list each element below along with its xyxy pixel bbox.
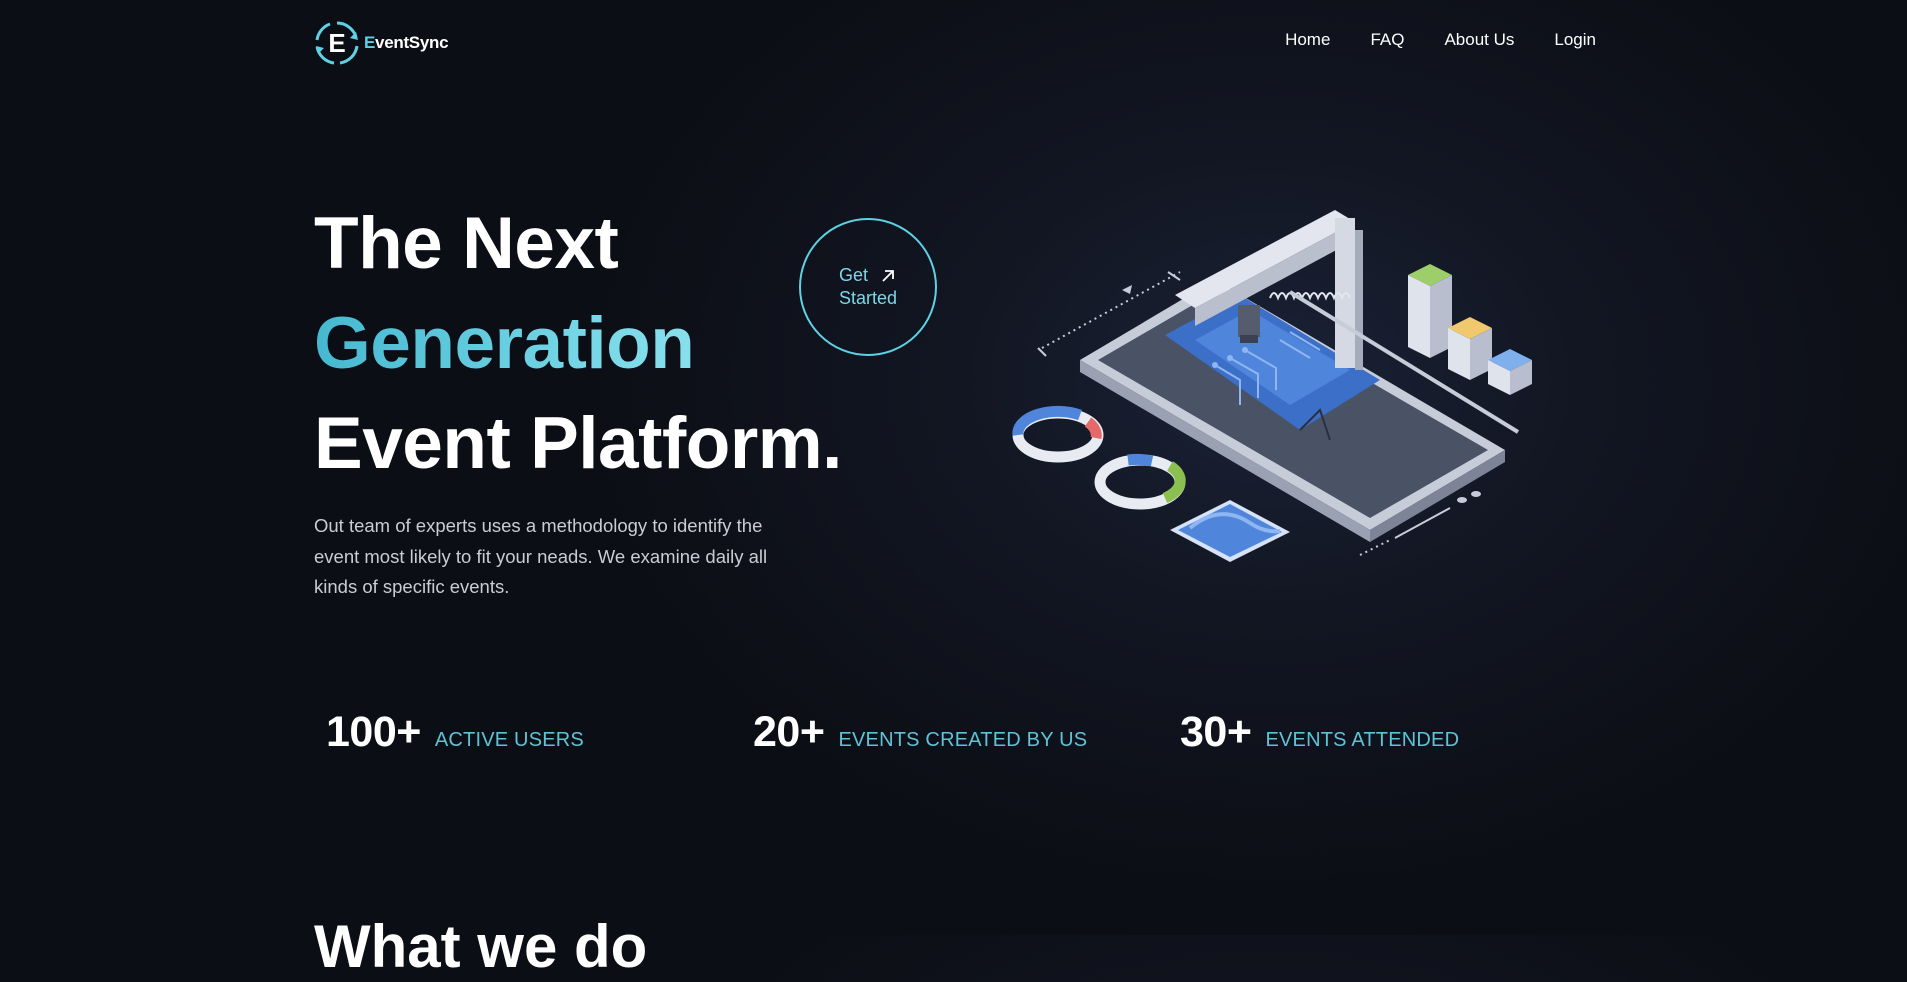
hero-title-line-3: Event Platform. — [314, 403, 842, 484]
brand-name: EventSync — [364, 33, 449, 53]
brand-name-initial: E — [364, 33, 376, 52]
get-started-label: Get Started — [839, 264, 897, 310]
stat-label: EVENTS ATTENDED — [1265, 729, 1460, 751]
get-started-line-2: Started — [838, 288, 898, 308]
arrow-up-right-icon — [882, 269, 894, 282]
hero-title-line-2: Generation — [314, 294, 842, 394]
section-heading: What we do — [314, 913, 648, 980]
donut-charts-illustration — [1012, 405, 1186, 510]
stat-value: 20+ — [753, 708, 825, 756]
stat-label: ACTIVE USERS — [434, 729, 584, 751]
main-nav: Home FAQ About Us Login — [1285, 30, 1596, 50]
stat-events-created: 20+ EVENTS CREATED BY US — [753, 708, 1087, 757]
stat-value: 30+ — [1180, 708, 1252, 756]
nav-login-link[interactable]: Login — [1554, 30, 1596, 50]
get-started-line-1: Get — [838, 265, 868, 285]
page: E EventSync Home FAQ About Us Login The … — [0, 0, 1907, 980]
brand-logo[interactable]: E EventSync — [314, 20, 449, 66]
hero-title-line-1: The Next — [314, 203, 619, 284]
stat-label: EVENTS CREATED BY US — [838, 729, 1088, 751]
nav-faq-link[interactable]: FAQ — [1370, 30, 1404, 50]
hero-description: Out team of experts uses a methodology t… — [314, 515, 768, 597]
hero-title: The Next Generation Event Platform. — [314, 194, 842, 494]
stat-value: 100+ — [326, 708, 421, 756]
stat-events-attended: 30+ EVENTS ATTENDED — [1180, 708, 1459, 757]
brand-name-rest: ventSync — [375, 33, 449, 52]
nav-home-link[interactable]: Home — [1285, 30, 1330, 50]
isometric-phone-chip-illustration — [1012, 210, 1532, 562]
stat-active-users: 100+ ACTIVE USERS — [326, 708, 584, 757]
map-card-illustration — [1170, 500, 1290, 562]
get-started-button[interactable]: Get Started — [799, 218, 937, 356]
nav-about-link[interactable]: About Us — [1444, 30, 1514, 50]
svg-text:E: E — [328, 28, 345, 58]
refresh-circle-logo-icon: E — [315, 21, 359, 65]
